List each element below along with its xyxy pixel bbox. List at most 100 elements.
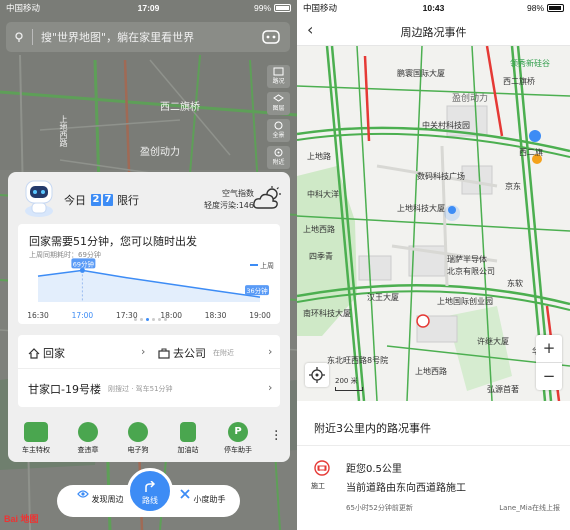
violation-check-button[interactable]: 查违章 (64, 422, 112, 455)
map-tools: 路况 图层 全景 附近 (267, 65, 290, 173)
plate-digit: 7 (103, 194, 113, 206)
search-input[interactable]: 搜"世界地图"，躺在家里看世界 (41, 29, 194, 45)
map-label: 盈创动力 (452, 94, 489, 104)
radar-icon (128, 422, 148, 442)
map-label: 西二旗桥 (503, 77, 535, 86)
locate-button[interactable] (305, 363, 329, 387)
panorama-icon (274, 121, 283, 130)
right-screen: 中国移动 10:43 98% ‹ 周边路况事件 鹏寰国际大厦 领秀新硅谷 西二旗… (297, 0, 570, 530)
traffic-icon (273, 67, 284, 76)
event-reporter: Lane_Mia在线上报 (499, 504, 560, 512)
map-label: 许继大厦 (477, 337, 509, 346)
recent-place[interactable]: 甘家口-19号楼 刚搜过 · 驾车51分钟 (28, 381, 173, 397)
nearby-icon (274, 148, 283, 157)
map-label: 汉王大厦 (367, 293, 399, 302)
map-label: 上地科技大厦 (397, 204, 445, 213)
home-icon (28, 347, 40, 359)
map-label: 领秀新硅谷 (510, 59, 550, 68)
events-panel: 附近3公里内的路况事件 施工 距您0.5公里 当前道路由东向西道路施工 65小时… (297, 401, 570, 530)
map-label: 中科大洋 (307, 190, 339, 199)
event-distance: 距您0.5公里 (346, 464, 402, 475)
map-label: 上地西路 (59, 115, 68, 147)
map-label: 上地西路 (303, 225, 335, 234)
battery-icon (547, 4, 564, 12)
discover-nearby-button[interactable]: 发现周边 (77, 488, 124, 505)
map-scale: 200 米 (335, 376, 363, 391)
battery-icon (274, 4, 291, 12)
traffic-toggle[interactable]: 路况 (267, 65, 290, 88)
x-tick-label: 16:30 (27, 311, 49, 320)
layers-button[interactable]: 图层 (267, 92, 290, 115)
zoom-in-button[interactable]: + (536, 335, 562, 362)
close-x-icon (180, 489, 190, 499)
commute-route-card[interactable]: 回家需要51分钟，您可以随时出发 上周同期耗时：69分钟 上周 69分钟 36分钟… (18, 224, 280, 324)
plate-digit: 2 (91, 194, 101, 206)
camera-icon (78, 422, 98, 442)
home-shortcut[interactable]: 回家 (28, 345, 65, 361)
gas-station-button[interactable]: 加油站 (164, 422, 212, 455)
map-label: 上地路 (307, 152, 331, 161)
panorama-button[interactable]: 全景 (267, 119, 290, 142)
map-label: 西二旗桥 (160, 102, 200, 113)
chevron-right-icon: › (268, 381, 273, 394)
status-bar: 中国移动 10:43 98% (297, 0, 570, 16)
nearby-button[interactable]: 附近 (267, 146, 290, 169)
event-updated-time: 65小时52分钟前更新 (346, 504, 413, 512)
fuel-pump-icon (180, 422, 196, 442)
favorite-places: 回家 › 去公司 在附近 › 甘家口-19号楼 刚搜过 · 驾车51分钟 › (18, 335, 280, 407)
route-arrow-icon (145, 480, 156, 492)
zoom-out-button[interactable]: − (536, 362, 562, 389)
nav-bar: ‹ 周边路况事件 (297, 16, 570, 46)
carousel-dots (134, 318, 167, 321)
map-label: 东软 (507, 279, 523, 288)
briefcase-icon (158, 348, 170, 359)
voice-assistant-icon[interactable] (262, 30, 280, 44)
route-button[interactable]: 路线 (127, 468, 173, 514)
map-label: 数码科技广场 (417, 172, 465, 181)
page-title: 周边路况事件 (400, 26, 467, 39)
map-label: 西二旗 (519, 148, 543, 157)
map-label: 四季青 (309, 252, 333, 261)
map-canvas[interactable] (297, 46, 570, 401)
travel-card: 今日 2 7 限行 空气指数 轻度污染:146 回家需要51分钟，您可以随时出发… (8, 172, 290, 462)
map-label: 盈创动力 (140, 147, 180, 158)
event-type: 施工 (311, 482, 325, 490)
crosshair-icon (309, 367, 325, 383)
layers-icon (273, 94, 284, 102)
air-quality: 空气指数 轻度污染:146 (204, 188, 254, 212)
chart-legend: 上周 (260, 261, 274, 270)
construction-icon (314, 460, 330, 476)
map-label: 鹏寰国际大厦 (397, 69, 445, 78)
map-label: 北京有限公司 (447, 267, 495, 276)
map-label: 弘源首著 (487, 385, 519, 394)
more-icon[interactable]: · · · (274, 425, 278, 447)
map-label: 南环科技大厦 (303, 309, 351, 318)
parking-icon: P (228, 422, 248, 442)
x-tick-label: 17:00 (72, 311, 94, 320)
speed-camera-button[interactable]: 电子狗 (114, 422, 162, 455)
x-tick-label: 18:30 (205, 311, 227, 320)
left-screen: 西二旗桥 盈创动力 上地西路 中国移动 17:09 99% 搜"世界地图"，躺在… (0, 0, 297, 530)
traffic-restriction: 今日 2 7 限行 (64, 194, 139, 207)
parking-button[interactable]: P 停车助手 (214, 422, 262, 455)
map-label: 中关村科技园 (422, 121, 470, 130)
clock: 17:09 (137, 3, 160, 13)
series-area (38, 270, 260, 302)
traffic-map[interactable]: 鹏寰国际大厦 领秀新硅谷 西二旗桥 盈创动力 中关村科技园 西二旗 数码科技广场… (297, 46, 570, 401)
x-tick-label: 19:00 (249, 311, 271, 320)
search-bar[interactable]: 搜"世界地图"，躺在家里看世界 (6, 22, 290, 52)
map-label: 上地西路 (415, 367, 447, 376)
clock: 10:43 (422, 3, 445, 13)
zoom-control: + − (536, 335, 562, 390)
air-value: 轻度污染:146 (204, 201, 254, 210)
company-shortcut[interactable]: 去公司 在附近 (158, 345, 234, 361)
status-bar: 中国移动 17:09 99% (0, 0, 297, 16)
air-title: 空气指数 (221, 189, 254, 198)
car-icon (24, 422, 48, 442)
car-owner-button[interactable]: 车主特权 (12, 422, 60, 455)
data-point (79, 267, 85, 273)
map-label: 东北旺西路8号院 (327, 356, 389, 365)
chevron-right-icon: › (141, 345, 146, 358)
end-data-label: 36分钟 (246, 286, 268, 295)
assistant-button[interactable]: 小度助手 (179, 488, 226, 505)
